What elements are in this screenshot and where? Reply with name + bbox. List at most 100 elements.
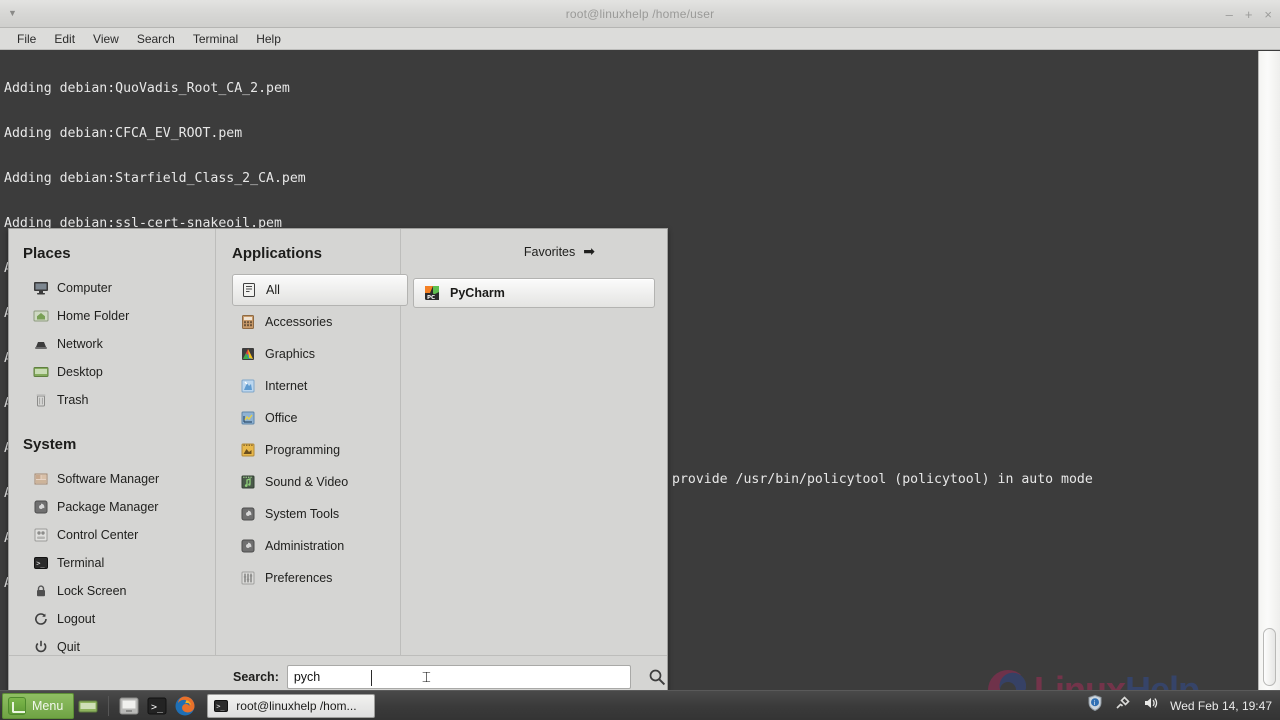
search-input-value: pych — [294, 670, 320, 684]
system-label: Terminal — [57, 556, 104, 570]
system-item-package-manager[interactable]: Package Manager — [23, 493, 207, 521]
lock-icon — [33, 583, 49, 599]
search-input[interactable]: pych ⌶ — [287, 665, 631, 689]
place-item-network[interactable]: Network — [23, 330, 207, 358]
terminal-line: Adding debian:CFCA_EV_ROOT.pem — [4, 126, 1254, 141]
favorites-column: Favorites ➡ PC PyCharm — [401, 229, 667, 655]
menu-file[interactable]: File — [8, 30, 45, 48]
menu-button-label: Menu — [32, 699, 63, 713]
minimize-button[interactable]: – — [1226, 8, 1233, 21]
system-item-control-center[interactable]: Control Center — [23, 521, 207, 549]
terminal-icon: >_ — [33, 555, 49, 571]
scrollbar-thumb[interactable] — [1263, 628, 1276, 686]
terminal-launcher-icon[interactable]: >_ — [145, 694, 169, 718]
network-plug-icon[interactable] — [1114, 694, 1132, 717]
system-label: Logout — [57, 612, 95, 626]
system-item-lock-screen[interactable]: Lock Screen — [23, 577, 207, 605]
place-item-home-folder[interactable]: Home Folder — [23, 302, 207, 330]
menu-view[interactable]: View — [84, 30, 128, 48]
app-category-label: Accessories — [265, 315, 332, 329]
show-desktop-icon[interactable] — [76, 694, 100, 718]
programming-icon — [240, 442, 256, 458]
power-icon — [33, 639, 49, 655]
system-label: Quit — [57, 640, 80, 654]
system-label: Package Manager — [57, 500, 158, 514]
menu-terminal[interactable]: Terminal — [184, 30, 247, 48]
favorites-label: Favorites — [524, 245, 575, 259]
text-caret — [371, 670, 372, 686]
app-category-accessories[interactable]: Accessories — [232, 306, 408, 338]
graphics-icon — [240, 346, 256, 362]
applications-heading: Applications — [232, 245, 400, 262]
system-tools-icon — [240, 506, 256, 522]
places-heading: Places — [23, 245, 215, 262]
system-item-terminal[interactable]: >_ Terminal — [23, 549, 207, 577]
search-label: Search: — [233, 670, 279, 684]
all-applications-icon — [241, 282, 257, 298]
app-category-label: Internet — [265, 379, 307, 393]
firefox-icon[interactable] — [173, 694, 197, 718]
terminal-scrollbar[interactable] — [1258, 51, 1280, 690]
home-folder-icon — [33, 308, 49, 324]
menu-search[interactable]: Search — [128, 30, 184, 48]
trash-icon — [33, 392, 49, 408]
app-category-label: Sound & Video — [265, 475, 348, 489]
search-result-pycharm[interactable]: PC PyCharm — [413, 278, 655, 308]
system-list: Software Manager Package Manager Control… — [23, 465, 215, 661]
favorites-header[interactable]: Favorites ➡ — [413, 243, 655, 260]
app-category-sound-video[interactable]: Sound & Video — [232, 466, 408, 498]
applications-column: Applications All Accessories — [216, 229, 401, 655]
app-category-label: Administration — [265, 539, 344, 553]
maximize-button[interactable]: + — [1245, 8, 1253, 21]
sound-video-icon — [240, 474, 256, 490]
taskbar-window-button[interactable]: >_ root@linuxhelp /hom... — [207, 694, 375, 718]
search-icon[interactable] — [647, 667, 667, 687]
system-label: Lock Screen — [57, 584, 126, 598]
arrow-right-icon[interactable]: ➡ — [583, 243, 595, 260]
menu-edit[interactable]: Edit — [45, 30, 84, 48]
taskbar: Menu >_ >_ root@linuxhelp /hom... i — [0, 690, 1280, 720]
svg-text:>_: >_ — [216, 702, 225, 710]
mint-menu-popup: Places Computer Home Folder — [8, 228, 668, 698]
app-category-programming[interactable]: Programming — [232, 434, 408, 466]
menu-help[interactable]: Help — [247, 30, 290, 48]
system-item-software-manager[interactable]: Software Manager — [23, 465, 207, 493]
control-center-icon — [33, 527, 49, 543]
taskbar-clock[interactable]: Wed Feb 14, 19:47 — [1170, 699, 1272, 713]
places-column: Places Computer Home Folder — [9, 229, 216, 655]
app-category-system-tools[interactable]: System Tools — [232, 498, 408, 530]
window-titlebar[interactable]: ▼ root@linuxhelp /home/user – + × — [0, 0, 1280, 28]
menu-button[interactable]: Menu — [2, 693, 74, 719]
close-button[interactable]: × — [1264, 8, 1272, 21]
app-category-internet[interactable]: Internet — [232, 370, 408, 402]
app-category-graphics[interactable]: Graphics — [232, 338, 408, 370]
place-item-computer[interactable]: Computer — [23, 274, 207, 302]
search-result-label: PyCharm — [450, 286, 505, 300]
place-label: Home Folder — [57, 309, 129, 323]
volume-icon[interactable] — [1142, 694, 1160, 717]
office-icon — [240, 410, 256, 426]
place-item-trash[interactable]: Trash — [23, 386, 207, 414]
app-category-label: Graphics — [265, 347, 315, 361]
app-category-office[interactable]: Office — [232, 402, 408, 434]
taskbar-separator — [108, 696, 109, 716]
place-label: Trash — [57, 393, 89, 407]
app-category-label: Programming — [265, 443, 340, 457]
place-label: Computer — [57, 281, 112, 295]
app-category-all[interactable]: All — [232, 274, 408, 306]
app-category-preferences[interactable]: Preferences — [232, 562, 408, 594]
system-tray: i Wed Feb 14, 19:47 — [1086, 694, 1280, 717]
app-category-administration[interactable]: Administration — [232, 530, 408, 562]
file-manager-icon[interactable] — [117, 694, 141, 718]
place-item-desktop[interactable]: Desktop — [23, 358, 207, 386]
watermark-text-linux: Linux — [1034, 669, 1125, 690]
accessories-icon — [240, 314, 256, 330]
update-shield-icon[interactable]: i — [1086, 694, 1104, 717]
terminal-line: Adding debian:QuoVadis_Root_CA_2.pem — [4, 81, 1254, 96]
desktop-screen: ▼ root@linuxhelp /home/user – + × File E… — [0, 0, 1280, 720]
system-item-logout[interactable]: Logout — [23, 605, 207, 633]
logout-icon — [33, 611, 49, 627]
system-label: Control Center — [57, 528, 138, 542]
app-category-label: Office — [265, 411, 297, 425]
linuxhelp-swirl-icon — [988, 670, 1028, 690]
